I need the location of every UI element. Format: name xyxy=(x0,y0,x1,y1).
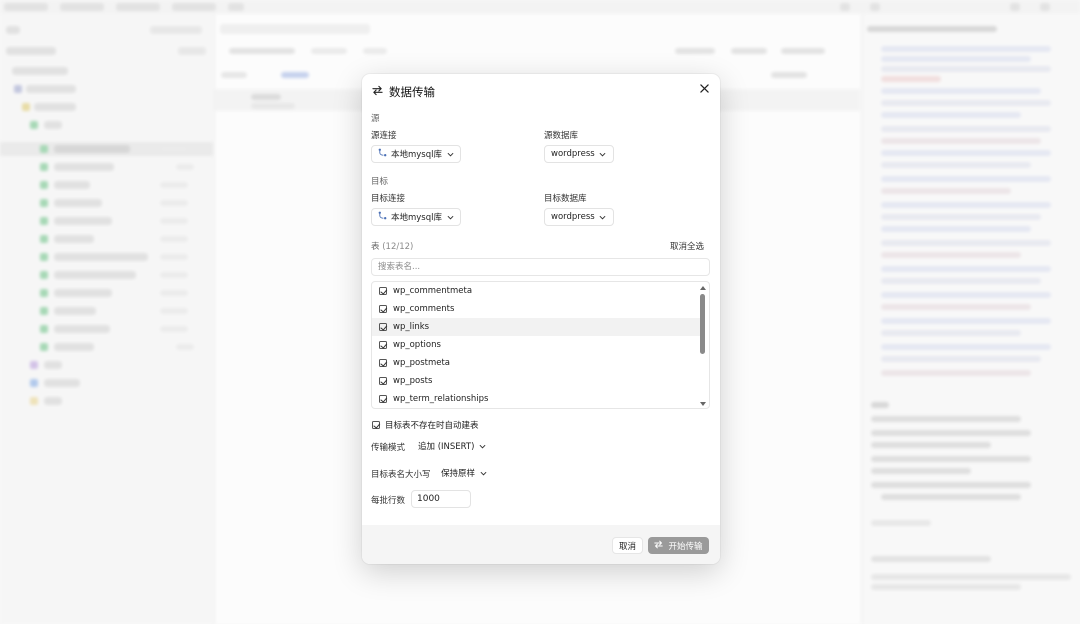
target-connection-select[interactable]: 本地mysql库 xyxy=(371,208,461,226)
target-database-select[interactable]: wordpress xyxy=(544,208,614,226)
case-value: 保持原样 xyxy=(441,469,476,479)
dialog-header: 数据传输 xyxy=(372,82,435,102)
table-item[interactable]: wp_postmeta xyxy=(372,354,700,372)
chevron-down-icon xyxy=(446,150,454,158)
table-name: wp_comments xyxy=(393,304,455,314)
table-item[interactable]: wp_options xyxy=(372,336,700,354)
target-database-value: wordpress xyxy=(551,212,595,222)
checkbox-checked-icon[interactable] xyxy=(372,421,380,429)
source-connection-label: 源连接 xyxy=(371,131,397,141)
checkbox-checked-icon[interactable] xyxy=(379,395,387,403)
chevron-down-icon xyxy=(479,469,487,477)
table-name: wp_options xyxy=(393,340,441,350)
table-item[interactable]: wp_posts xyxy=(372,372,700,390)
table-item[interactable]: wp_links xyxy=(372,318,700,336)
batch-size-label: 每批行数 xyxy=(371,496,406,506)
chevron-down-icon xyxy=(478,442,486,450)
table-list: wp_commentmeta wp_comments wp_links wp_o… xyxy=(371,281,710,409)
transfer-mode-label: 传输模式 xyxy=(371,443,406,453)
tables-label-text: 表 xyxy=(371,242,380,252)
scroll-up-arrow-icon[interactable] xyxy=(700,286,706,290)
close-button[interactable] xyxy=(697,82,711,96)
table-name: wp_commentmeta xyxy=(393,286,473,296)
table-item[interactable]: wp_comments xyxy=(372,300,700,318)
transfer-arrows-icon xyxy=(372,85,383,99)
checkbox-checked-icon[interactable] xyxy=(379,287,387,295)
table-name: wp_links xyxy=(393,322,430,332)
close-icon xyxy=(699,82,709,97)
cancel-button[interactable]: 取消 xyxy=(612,537,644,554)
table-search-input[interactable] xyxy=(371,258,710,276)
data-transfer-dialog: 数据传输 源 源连接 本地mysql库 源数据库 wordpress 目标 目标… xyxy=(362,74,720,564)
target-database-label: 目标数据库 xyxy=(544,194,587,204)
chevron-down-icon xyxy=(599,150,607,158)
source-connection-value: 本地mysql库 xyxy=(391,150,442,160)
case-select[interactable]: 保持原样 xyxy=(434,464,495,482)
checkbox-checked-icon[interactable] xyxy=(379,359,387,367)
table-list-scrollbar[interactable] xyxy=(699,282,708,408)
transfer-arrows-icon xyxy=(654,540,664,552)
dialog-title: 数据传输 xyxy=(389,85,435,99)
checkbox-checked-icon[interactable] xyxy=(379,323,387,331)
source-section-label: 源 xyxy=(371,114,380,124)
checkbox-checked-icon[interactable] xyxy=(379,341,387,349)
start-transfer-label: 开始传输 xyxy=(668,541,703,552)
auto-create-label: 目标表不存在时自动建表 xyxy=(385,421,479,431)
checkbox-checked-icon[interactable] xyxy=(379,377,387,385)
scroll-down-arrow-icon[interactable] xyxy=(700,402,706,406)
tables-label: 表 (12/12) xyxy=(371,240,413,252)
table-name: wp_postmeta xyxy=(393,358,451,368)
batch-size-input[interactable] xyxy=(411,490,471,508)
deselect-all-link[interactable]: 取消全选 xyxy=(670,240,704,252)
chevron-down-icon xyxy=(599,213,607,221)
connection-icon xyxy=(378,211,387,223)
table-name: wp_term_relationships xyxy=(393,394,489,404)
target-connection-value: 本地mysql库 xyxy=(391,213,442,223)
source-database-value: wordpress xyxy=(551,149,595,159)
target-section-label: 目标 xyxy=(371,177,389,187)
target-connection-label: 目标连接 xyxy=(371,194,406,204)
tables-count: (12/12) xyxy=(382,242,414,252)
source-database-label: 源数据库 xyxy=(544,131,579,141)
table-item[interactable]: wp_commentmeta xyxy=(372,282,700,300)
scrollbar-thumb[interactable] xyxy=(700,294,705,354)
chevron-down-icon xyxy=(446,213,454,221)
table-item[interactable]: wp_term_relationships xyxy=(372,390,700,408)
connection-icon xyxy=(378,148,387,160)
start-transfer-button[interactable]: 开始传输 xyxy=(648,537,709,554)
auto-create-option[interactable]: 目标表不存在时自动建表 xyxy=(372,419,479,431)
source-database-select[interactable]: wordpress xyxy=(544,145,614,163)
case-label: 目标表名大小写 xyxy=(371,470,431,480)
checkbox-checked-icon[interactable] xyxy=(379,305,387,313)
table-name: wp_posts xyxy=(393,376,433,386)
transfer-mode-value: 追加 (INSERT) xyxy=(418,442,475,452)
source-connection-select[interactable]: 本地mysql库 xyxy=(371,145,461,163)
transfer-mode-select[interactable]: 追加 (INSERT) xyxy=(411,437,494,455)
